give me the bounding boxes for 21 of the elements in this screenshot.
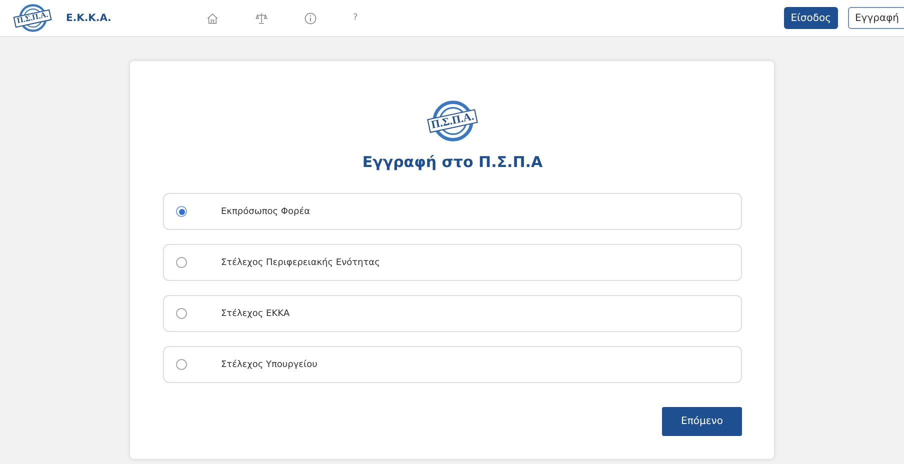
role-option[interactable]: Εκπρόσωπος Φορέα: [163, 193, 742, 230]
login-button[interactable]: Είσοδος: [784, 7, 838, 29]
radio-button[interactable]: [176, 257, 187, 268]
register-button[interactable]: Εγγραφή: [848, 7, 904, 29]
help-link[interactable]: ?: [353, 13, 358, 23]
radio-button[interactable]: [176, 359, 187, 370]
role-option[interactable]: Στέλεχος ΕΚΚΑ: [163, 295, 742, 332]
role-option[interactable]: Στέλεχος Υπουργείου: [163, 346, 742, 383]
radio-button[interactable]: [176, 308, 187, 319]
home-icon[interactable]: [206, 12, 219, 24]
option-label: Στέλεχος ΕΚΚΑ: [221, 308, 290, 318]
scales-icon[interactable]: [255, 12, 268, 24]
role-option[interactable]: Στέλεχος Περιφερειακής Ενότητας: [163, 244, 742, 281]
option-label: Εκπρόσωπος Φορέα: [221, 206, 310, 216]
next-button[interactable]: Επόμενο: [662, 407, 742, 436]
info-icon[interactable]: [304, 12, 317, 24]
radio-button[interactable]: [176, 206, 187, 217]
brand-link[interactable]: Ε.Κ.Κ.Α.: [66, 12, 206, 24]
option-label: Στέλεχος Περιφερειακής Ενότητας: [221, 258, 380, 268]
option-label: Στέλεχος Υπουργείου: [221, 360, 318, 370]
page-title: Εγγραφή στο Π.Σ.Π.Α: [361, 153, 544, 171]
